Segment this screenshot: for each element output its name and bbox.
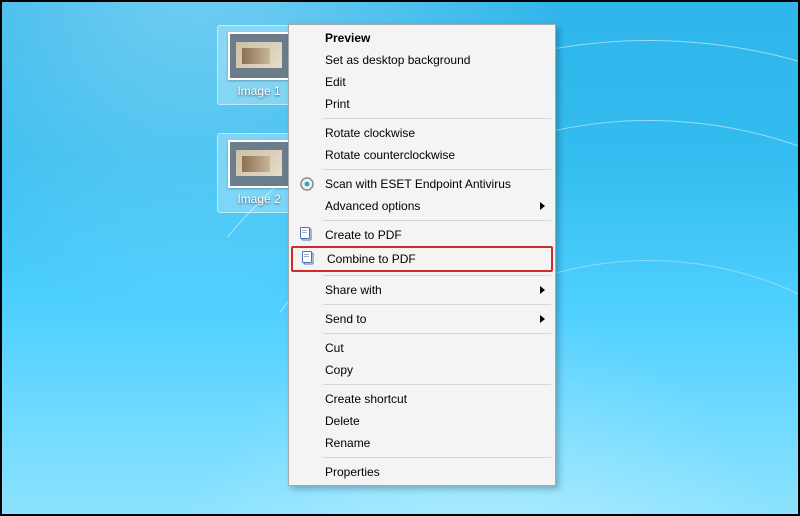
menu-rotate-clockwise[interactable]: Rotate clockwise [291, 122, 553, 144]
menu-label: Rotate counterclockwise [325, 148, 455, 162]
menu-share-with[interactable]: Share with [291, 279, 553, 301]
menu-combine-to-pdf[interactable]: Combine to PDF [291, 246, 553, 272]
menu-delete[interactable]: Delete [291, 410, 553, 432]
menu-rotate-counterclockwise[interactable]: Rotate counterclockwise [291, 144, 553, 166]
menu-edit[interactable]: Edit [291, 71, 553, 93]
menu-cut[interactable]: Cut [291, 337, 553, 359]
menu-label: Rename [325, 436, 370, 450]
submenu-arrow-icon [540, 315, 545, 323]
menu-rename[interactable]: Rename [291, 432, 553, 454]
menu-print[interactable]: Print [291, 93, 553, 115]
menu-label: Advanced options [325, 199, 420, 213]
menu-label: Preview [325, 31, 370, 45]
menu-advanced-options[interactable]: Advanced options [291, 195, 553, 217]
menu-label: Scan with ESET Endpoint Antivirus [325, 177, 511, 191]
desktop[interactable]: Image 1 Image 2 Preview Set as desktop b… [0, 0, 800, 516]
menu-scan-eset[interactable]: Scan with ESET Endpoint Antivirus [291, 173, 553, 195]
menu-separator [323, 275, 551, 276]
context-menu: Preview Set as desktop background Edit P… [288, 24, 556, 486]
menu-label: Share with [325, 283, 382, 297]
menu-set-desktop-background[interactable]: Set as desktop background [291, 49, 553, 71]
pdf-combine-icon [301, 251, 317, 267]
image-thumbnail [228, 140, 290, 188]
menu-separator [323, 118, 551, 119]
menu-label: Create to PDF [325, 228, 402, 242]
menu-label: Create shortcut [325, 392, 407, 406]
submenu-arrow-icon [540, 286, 545, 294]
image-thumbnail [228, 32, 290, 80]
menu-separator [323, 304, 551, 305]
menu-label: Cut [325, 341, 344, 355]
pdf-icon [299, 227, 315, 243]
menu-preview[interactable]: Preview [291, 27, 553, 49]
menu-create-to-pdf[interactable]: Create to PDF [291, 224, 553, 246]
menu-separator [323, 457, 551, 458]
menu-label: Combine to PDF [327, 252, 416, 266]
eset-icon [299, 176, 315, 192]
menu-separator [323, 169, 551, 170]
menu-separator [323, 333, 551, 334]
menu-label: Rotate clockwise [325, 126, 415, 140]
menu-send-to[interactable]: Send to [291, 308, 553, 330]
menu-separator [323, 384, 551, 385]
menu-create-shortcut[interactable]: Create shortcut [291, 388, 553, 410]
menu-label: Edit [325, 75, 346, 89]
menu-label: Print [325, 97, 350, 111]
icon-label: Image 2 [220, 192, 298, 206]
menu-label: Set as desktop background [325, 53, 470, 67]
menu-label: Delete [325, 414, 360, 428]
menu-properties[interactable]: Properties [291, 461, 553, 483]
menu-copy[interactable]: Copy [291, 359, 553, 381]
icon-label: Image 1 [220, 84, 298, 98]
submenu-arrow-icon [540, 202, 545, 210]
menu-separator [323, 220, 551, 221]
menu-label: Properties [325, 465, 380, 479]
menu-label: Send to [325, 312, 366, 326]
menu-label: Copy [325, 363, 353, 377]
